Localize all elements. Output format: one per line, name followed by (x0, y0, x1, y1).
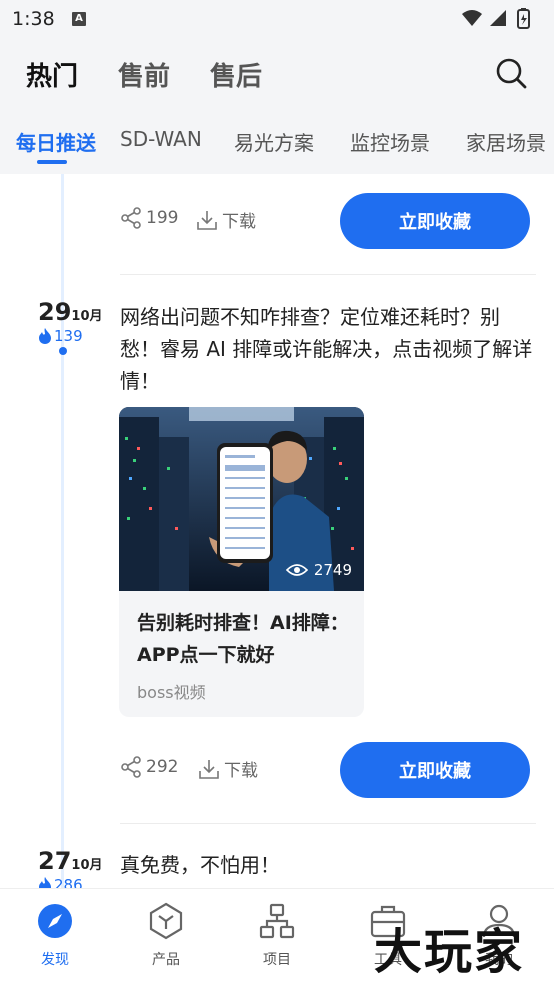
download-action[interactable]: 下载 (196, 207, 256, 232)
tab-sd-wan[interactable]: SD-WAN (120, 127, 202, 151)
status-bar: 1:38 A (0, 0, 554, 38)
project-icon (259, 903, 295, 939)
download-label: 下载 (224, 761, 258, 781)
date-day: 27 (38, 847, 72, 875)
collect-button[interactable]: 立即收藏 (340, 193, 530, 249)
video-thumbnail[interactable]: 2749 (119, 407, 364, 591)
nav-projects[interactable]: 项目 (237, 901, 317, 969)
post-date: 2710月 286 (38, 847, 103, 888)
tab-hot[interactable]: 热门 (26, 56, 78, 93)
compass-icon (38, 904, 72, 938)
share-count: 292 (146, 757, 179, 777)
status-icons (462, 8, 530, 29)
share-icon (121, 207, 141, 229)
wifi-icon (462, 10, 482, 26)
date-month: 10月 (71, 858, 103, 873)
flame-icon (39, 877, 51, 888)
post-actions: 199 下载 立即收藏 (120, 193, 530, 249)
card-source: boss视频 (137, 683, 206, 702)
tab-daily-push[interactable]: 每日推送 (16, 127, 96, 156)
download-icon (199, 759, 219, 779)
heat-value: 286 (54, 876, 83, 888)
notification-icon: A (72, 12, 86, 26)
top-tab-bar: 热门 售前 售后 (0, 38, 554, 110)
date-month: 10月 (71, 309, 103, 324)
status-time: 1:38 (12, 8, 55, 30)
tab-aftersales[interactable]: 售后 (210, 56, 262, 93)
timeline-dot (59, 347, 67, 355)
timeline-line (61, 174, 64, 888)
share-action[interactable]: 292 (120, 756, 178, 778)
divider (120, 823, 536, 824)
nav-label: 项目 (263, 952, 291, 968)
nav-discover[interactable]: 发现 (15, 901, 95, 969)
collect-button[interactable]: 立即收藏 (340, 742, 530, 798)
heat-value: 139 (54, 327, 83, 345)
nav-label: 发现 (41, 952, 69, 968)
post-date: 2910月 139 (38, 298, 103, 345)
tab-yiguang-solution[interactable]: 易光方案 (234, 127, 314, 156)
feed[interactable]: 199 下载 立即收藏 2910月 139 网络出问题不知咋排查？定位难还耗时？… (0, 174, 554, 888)
download-label: 下载 (222, 212, 256, 232)
nav-label: 产品 (152, 952, 180, 968)
card-title: 告别耗时排查！AI排障：APP点一下就好 (137, 612, 349, 666)
tab-home[interactable]: 家居场景 (466, 127, 546, 156)
flame-icon (39, 328, 51, 344)
download-icon (197, 210, 217, 230)
view-count: 2749 (285, 561, 352, 579)
tab-presales[interactable]: 售前 (118, 56, 170, 93)
active-tab-indicator (37, 160, 67, 164)
share-count: 199 (146, 208, 179, 228)
video-card[interactable]: 2749 告别耗时排查！AI排障：APP点一下就好 boss视频 (119, 407, 364, 717)
download-action[interactable]: 下载 (198, 756, 258, 781)
eye-icon (285, 564, 308, 576)
heat-count: 139 (38, 327, 103, 345)
post-actions: 292 下载 立即收藏 (120, 742, 530, 798)
post-text[interactable]: 真免费，不怕用！ (120, 849, 534, 881)
post-text[interactable]: 网络出问题不知咋排查？定位难还耗时？别愁！睿易 AI 排障或许能解决，点击视频了… (120, 301, 534, 397)
divider (120, 274, 536, 275)
share-action[interactable]: 199 (120, 207, 178, 229)
search-icon[interactable] (494, 56, 528, 90)
category-tab-bar: 每日推送 SD-WAN 易光方案 监控场景 家居场景 (0, 110, 554, 174)
signal-icon (490, 10, 506, 26)
tab-monitoring[interactable]: 监控场景 (350, 127, 430, 156)
product-icon (149, 902, 183, 940)
nav-products[interactable]: 产品 (126, 901, 206, 969)
date-day: 29 (38, 298, 72, 326)
view-count-value: 2749 (313, 561, 352, 579)
share-icon (121, 756, 141, 778)
heat-count: 286 (38, 876, 103, 888)
watermark: 大玩家 (374, 924, 525, 980)
